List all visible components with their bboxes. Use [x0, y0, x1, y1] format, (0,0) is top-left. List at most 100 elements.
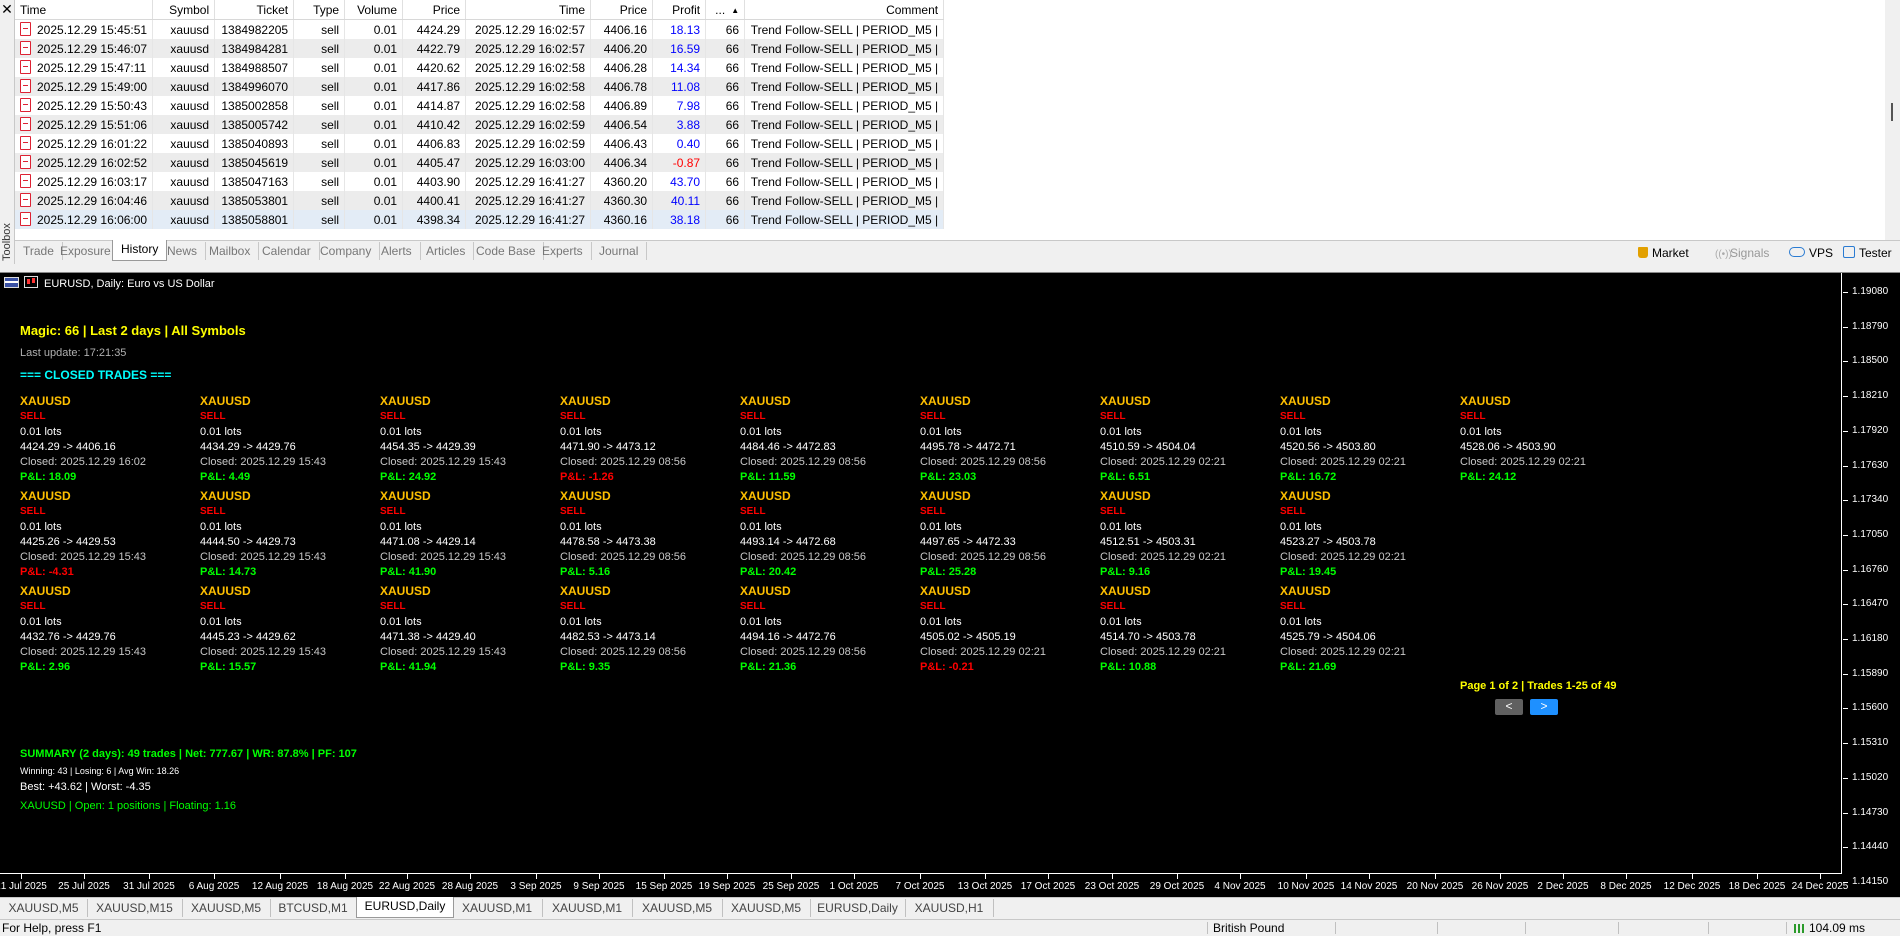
price-tick	[1843, 361, 1848, 363]
column-header-volume[interactable]: Volume	[344, 0, 404, 20]
cell-value: 4406.43	[603, 136, 648, 151]
chart-tab[interactable]: EURUSD,Daily	[810, 899, 906, 917]
cell-value: sell	[321, 22, 340, 37]
tab-journal[interactable]: Journal	[591, 242, 648, 260]
tab-calendar[interactable]: Calendar	[254, 242, 320, 260]
table-row[interactable]: 2025.12.29 16:02:52 xauusd 1385045619 sell 0…	[15, 153, 945, 172]
trade-lots: 0.01 lots	[740, 521, 782, 533]
closed-trade-card: XAUUSD SELL 0.01 lots 4478.58 -> 4473.38 Clo…	[560, 488, 735, 580]
trade-prices: 4432.76 -> 4429.76	[20, 631, 116, 643]
scrollbar-thumb[interactable]	[1891, 103, 1893, 121]
table-row[interactable]: 2025.12.29 15:46:07 xauusd 1384984281 sell 0…	[15, 39, 945, 58]
trade-prices: 4523.27 -> 4503.78	[1280, 536, 1376, 548]
history-table-container[interactable]: Time Symbol Ticket Type Volume Price Time Price…	[15, 0, 1885, 240]
trade-symbol: XAUUSD	[1100, 394, 1151, 408]
tab-tester[interactable]: Tester	[1843, 244, 1892, 262]
cell-value: 2025.12.29 16:02:58	[475, 98, 586, 113]
close-icon[interactable]: ✕	[0, 0, 14, 18]
tab-mailbox[interactable]: Mailbox	[201, 242, 260, 260]
time-tick	[536, 874, 537, 879]
price-tick	[1843, 812, 1848, 814]
trade-symbol: XAUUSD	[560, 584, 611, 598]
summary-line: SUMMARY (2 days): 49 trades | Net: 777.6…	[20, 748, 357, 760]
tab-vps[interactable]: VPS	[1789, 244, 1833, 262]
tab-label: Tester	[1859, 246, 1892, 260]
tab-alerts[interactable]: Alerts	[373, 242, 421, 260]
table-row[interactable]: 2025.12.29 15:47:11 xauusd 1384988507 sell 0…	[15, 58, 945, 77]
trade-prices: 4482.53 -> 4473.14	[560, 631, 656, 643]
table-row[interactable]: 2025.12.29 15:50:43 xauusd 1385002858 sell 0…	[15, 96, 945, 115]
tab-market[interactable]: Market	[1638, 244, 1689, 262]
column-header-profit[interactable]: Profit	[652, 0, 707, 20]
chart-tab[interactable]: XAUUSD,M1	[542, 899, 633, 917]
table-row[interactable]: 2025.12.29 15:49:00 xauusd 1384996070 sell 0…	[15, 77, 945, 96]
cell-profit: 40.11	[652, 191, 707, 210]
column-header-time[interactable]: Time	[15, 0, 154, 20]
chart-tab[interactable]: XAUUSD,M5	[632, 899, 723, 917]
table-row[interactable]: 2025.12.29 15:45:51 xauusd 1384982205 sell 0…	[15, 19, 945, 39]
chart-tab[interactable]: XAUUSD,M1	[452, 899, 543, 917]
vertical-scrollbar[interactable]	[1885, 0, 1900, 240]
chart-tab[interactable]: XAUUSD,H1	[905, 899, 994, 917]
table-row[interactable]: 2025.12.29 16:06:00 xauusd 1385058801 sell 0…	[15, 210, 945, 229]
cell-volume: 0.01	[344, 39, 404, 58]
tab-signals[interactable]: ((•))Signals	[1715, 244, 1769, 262]
cell-comment: Trend Follow-SELL | PERIOD_M5 |	[744, 77, 945, 96]
trade-prices: 4478.58 -> 4473.38	[560, 536, 656, 548]
time-label: 8 Dec 2025	[1600, 881, 1652, 892]
cell-magic: 66	[705, 191, 746, 210]
column-header-close-price[interactable]: Price	[590, 0, 654, 20]
cell-value: xauusd	[170, 193, 210, 208]
table-row[interactable]: 2025.12.29 16:03:17 xauusd 1385047163 sell 0…	[15, 172, 945, 191]
trade-prices: 4494.16 -> 4472.76	[740, 631, 836, 643]
column-header-price[interactable]: Price	[402, 0, 467, 20]
cell-value: 4414.87	[416, 98, 461, 113]
column-header-label: Symbol	[169, 2, 210, 17]
time-label: 3 Sep 2025	[510, 881, 562, 892]
tab-experts[interactable]: Experts	[534, 242, 592, 260]
cell-value: 66	[725, 60, 740, 75]
chart-tab[interactable]: XAUUSD,M5	[182, 899, 271, 917]
trade-prices: 4495.78 -> 4472.71	[920, 441, 1016, 453]
time-axis[interactable]: 21 Jul 2025 25 Jul 2025 31 Jul 2025 6 Aug 2…	[0, 873, 1848, 899]
column-header-close-time[interactable]: Time	[465, 0, 592, 20]
cell-comment: Trend Follow-SELL | PERIOD_M5 |	[744, 39, 945, 58]
cell-value: sell	[321, 212, 340, 227]
table-row[interactable]: 2025.12.29 16:04:46 xauusd 1385053801 sell 0…	[15, 191, 945, 210]
price-label: 1.17340	[1852, 494, 1889, 506]
price-label: 1.14440	[1852, 841, 1889, 853]
column-header-comment[interactable]: Comment	[744, 0, 945, 20]
tab-articles[interactable]: Articles	[418, 242, 475, 260]
trade-prices: 4528.06 -> 4503.90	[1460, 441, 1556, 453]
trade-prices: 4445.23 -> 4429.62	[200, 631, 296, 643]
chart-tab[interactable]: XAUUSD,M5	[722, 899, 811, 917]
chart-window[interactable]: EURUSD, Daily: Euro vs US Dollar Magic: …	[0, 272, 1900, 898]
tab-company[interactable]: Company	[312, 242, 381, 260]
closed-trade-card: XAUUSD SELL 0.01 lots 4482.53 -> 4473.14 Clo…	[560, 583, 735, 675]
price-tick	[1843, 465, 1848, 467]
time-label: 13 Oct 2025	[957, 881, 1013, 892]
chart-tab[interactable]: XAUUSD,M15	[87, 899, 183, 917]
tab-exposure[interactable]: Exposure	[52, 242, 120, 260]
tab-news[interactable]: News	[159, 242, 207, 260]
chart-tab[interactable]: EURUSD,Daily	[356, 897, 454, 918]
table-row[interactable]: 2025.12.29 16:01:22 xauusd 1385040893 sell 0…	[15, 134, 945, 153]
tab-code-base[interactable]: Code Base	[468, 242, 545, 260]
price-axis[interactable]: 1.19080 1.18790 1.18500 1.18210 1.17920 1.176…	[1841, 273, 1900, 886]
column-header-symbol[interactable]: Symbol	[152, 0, 216, 20]
price-label: 1.17630	[1852, 459, 1889, 471]
column-header-magic[interactable]: ... ▲	[705, 0, 746, 20]
trade-closed-time: Closed: 2025.12.29 02:21	[1100, 456, 1226, 468]
closed-trade-card: XAUUSD SELL 0.01 lots 4510.59 -> 4504.04 Clo…	[1100, 393, 1275, 485]
prev-page-button[interactable]: <	[1495, 699, 1523, 715]
price-label: 1.15600	[1852, 702, 1889, 714]
column-header-ticket[interactable]: Ticket	[214, 0, 295, 20]
profile-name[interactable]: British Pound	[1213, 920, 1284, 936]
connection-status[interactable]: 104.09 ms	[1794, 920, 1865, 936]
chart-tab[interactable]: BTCUSD,M1	[270, 899, 357, 917]
column-header-type[interactable]: Type	[293, 0, 346, 20]
table-row[interactable]: 2025.12.29 15:51:06 xauusd 1385005742 sell 0…	[15, 115, 945, 134]
next-page-button[interactable]: >	[1530, 699, 1558, 715]
chart-tab[interactable]: XAUUSD,M5	[0, 899, 88, 917]
time-tick	[1757, 874, 1758, 879]
